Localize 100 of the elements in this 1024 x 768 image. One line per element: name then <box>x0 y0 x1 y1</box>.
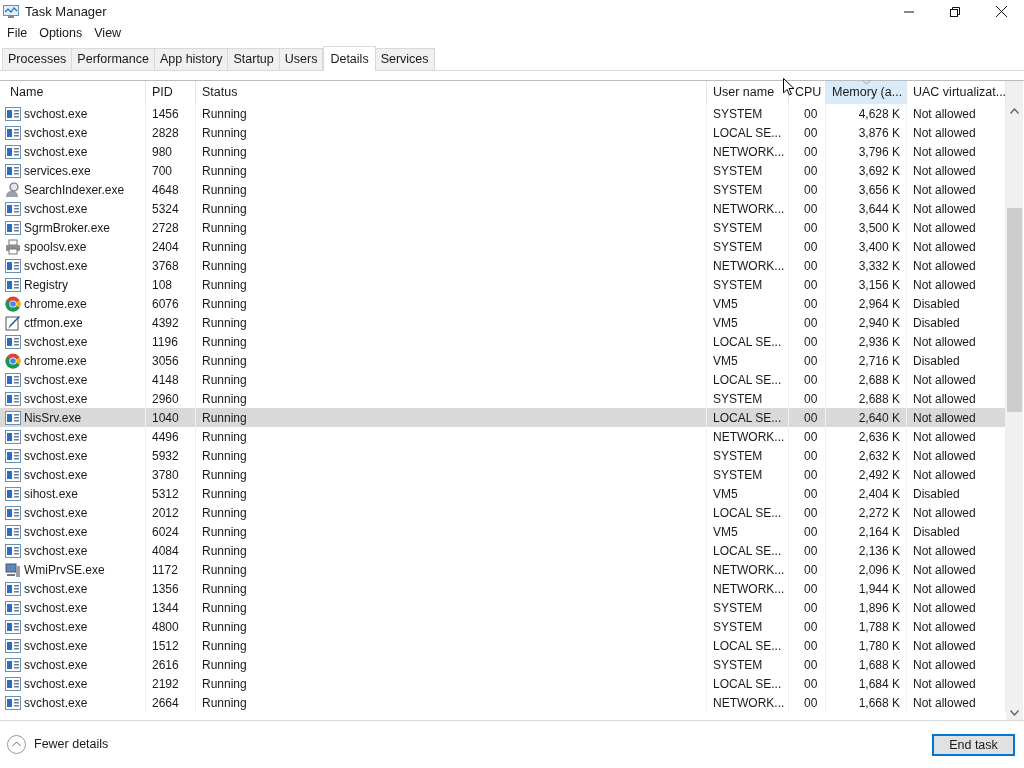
memory-cell-text: 2,136 K <box>858 542 900 560</box>
cpu-cell-text: 00 <box>804 333 818 351</box>
pid-cell-text: 3056 <box>152 352 179 370</box>
window-icon <box>5 581 21 596</box>
fewer-details-button[interactable]: Fewer details <box>7 735 109 754</box>
process-row[interactable]: services.exe 700 Running SYSTEM 00 3,692 K Not allowed <box>0 161 1006 180</box>
scrollbar[interactable] <box>1006 81 1023 720</box>
process-row[interactable]: svchost.exe 4084 Running LOCAL SE... 00 2,136 K Not allowed <box>0 541 1006 560</box>
process-row[interactable]: chrome.exe 3056 Running VM5 00 2,716 K Disabled <box>0 351 1006 370</box>
process-row[interactable]: svchost.exe 6024 Running VM5 00 2,164 K Disabled <box>0 522 1006 541</box>
cpu-cell-text: 00 <box>804 200 818 218</box>
status-cell-text: Running <box>202 371 247 389</box>
cpu-cell-text: 00 <box>804 314 818 332</box>
process-row[interactable]: svchost.exe 4800 Running SYSTEM 00 1,788 K Not allowed <box>0 617 1006 636</box>
cpu-cell-text: 00 <box>804 694 818 712</box>
tab[interactable]: Startup <box>228 48 280 70</box>
status-cell-text: Running <box>202 143 247 161</box>
status-cell-text: Running <box>202 466 247 484</box>
process-row[interactable]: svchost.exe 5932 Running SYSTEM 00 2,632 K Not allowed <box>0 446 1006 465</box>
process-row[interactable]: sihost.exe 5312 Running VM5 00 2,404 K Disabled <box>0 484 1006 503</box>
status-cell-text: Running <box>202 637 247 655</box>
memory-cell-text: 2,164 K <box>858 523 900 541</box>
status-cell-text: Running <box>202 124 247 142</box>
menu-item[interactable]: File <box>2 23 33 43</box>
process-row[interactable]: WmiPrvSE.exe 1172 Running NETWORK... 00 2,096 K Not allowed <box>0 560 1006 579</box>
process-row[interactable]: svchost.exe 2012 Running LOCAL SE... 00 2,272 K Not allowed <box>0 503 1006 522</box>
uac-cell-text: Not allowed <box>913 618 976 636</box>
pid-cell-text: 3768 <box>152 257 179 275</box>
uac-cell-text: Not allowed <box>913 162 976 180</box>
status-cell-text: Running <box>202 295 247 313</box>
process-row[interactable]: SearchIndexer.exe 4648 Running SYSTEM 00 3,656 K Not allowed <box>0 180 1006 199</box>
pid-cell-text: 1356 <box>152 580 179 598</box>
memory-cell-text: 1,788 K <box>858 618 900 636</box>
user-name-cell-text: NETWORK... <box>713 257 785 275</box>
scroll-thumb[interactable] <box>1007 208 1022 412</box>
pid-cell-text: 1344 <box>152 599 179 617</box>
pid-cell-text: 4084 <box>152 542 179 560</box>
menu-item[interactable]: Options <box>34 23 88 43</box>
menu-item[interactable]: View <box>89 23 127 43</box>
process-name: svchost.exe <box>24 580 88 598</box>
end-task-button[interactable]: End task <box>932 733 1015 756</box>
column-header[interactable]: PID <box>146 81 196 104</box>
process-row[interactable]: svchost.exe 1196 Running LOCAL SE... 00 2,936 K Not allowed <box>0 332 1006 351</box>
user-name-cell-text: LOCAL SE... <box>713 637 782 655</box>
memory-cell-text: 2,964 K <box>858 295 900 313</box>
process-row[interactable]: chrome.exe 6076 Running VM5 00 2,964 K Disabled <box>0 294 1006 313</box>
column-header[interactable]: Status <box>196 81 707 104</box>
column-header[interactable]: Name <box>0 81 146 104</box>
window-icon <box>5 695 21 710</box>
pid-cell-text: 1172 <box>152 561 178 579</box>
tab[interactable]: Performance <box>72 48 155 70</box>
process-row[interactable]: svchost.exe 2664 Running NETWORK... 00 1,668 K Not allowed <box>0 693 1006 712</box>
process-row[interactable]: svchost.exe 5324 Running NETWORK... 00 3,644 K Not allowed <box>0 199 1006 218</box>
uac-cell-text: Disabled <box>913 523 960 541</box>
pid-cell-text: 2012 <box>152 504 179 522</box>
process-row[interactable]: svchost.exe 980 Running NETWORK... 00 3,796 K Not allowed <box>0 142 1006 161</box>
memory-cell-text: 2,940 K <box>858 314 900 332</box>
scroll-down-icon[interactable] <box>1010 710 1019 716</box>
pid-cell-text: 4648 <box>152 181 179 199</box>
uac-cell-text: Not allowed <box>913 105 976 123</box>
process-row[interactable]: svchost.exe 1344 Running SYSTEM 00 1,896 K Not allowed <box>0 598 1006 617</box>
status-cell-text: Running <box>202 580 247 598</box>
process-row[interactable]: svchost.exe 3768 Running NETWORK... 00 3,332 K Not allowed <box>0 256 1006 275</box>
process-row[interactable]: svchost.exe 2192 Running LOCAL SE... 00 1,684 K Not allowed <box>0 674 1006 693</box>
tab[interactable]: Users <box>279 48 324 70</box>
tab[interactable]: Details <box>323 46 376 71</box>
process-row[interactable]: svchost.exe 4496 Running NETWORK... 00 2,636 K Not allowed <box>0 427 1006 446</box>
process-row[interactable]: spoolsv.exe 2404 Running SYSTEM 00 3,400 K Not allowed <box>0 237 1006 256</box>
process-row[interactable]: svchost.exe 1356 Running NETWORK... 00 1,944 K Not allowed <box>0 579 1006 598</box>
uac-cell-text: Not allowed <box>913 504 976 522</box>
process-row[interactable]: SgrmBroker.exe 2728 Running SYSTEM 00 3,500 K Not allowed <box>0 218 1006 237</box>
pid-cell-text: 108 <box>152 276 173 294</box>
process-row[interactable]: ctfmon.exe 4392 Running VM5 00 2,940 K Disabled <box>0 313 1006 332</box>
pid-cell-text: 6076 <box>152 295 179 313</box>
process-name: WmiPrvSE.exe <box>24 561 105 579</box>
user-name-cell-text: SYSTEM <box>713 656 763 674</box>
tab[interactable]: Processes <box>2 48 73 70</box>
uac-cell-text: Disabled <box>913 295 960 313</box>
process-row[interactable]: svchost.exe 3780 Running SYSTEM 00 2,492 K Not allowed <box>0 465 1006 484</box>
process-row[interactable]: svchost.exe 1512 Running LOCAL SE... 00 1,780 K Not allowed <box>0 636 1006 655</box>
process-row[interactable]: Registry 108 Running SYSTEM 00 3,156 K Not allowed <box>0 275 1006 294</box>
scroll-up-icon[interactable] <box>1010 108 1019 114</box>
window-icon <box>5 467 21 482</box>
status-cell-text: Running <box>202 504 247 522</box>
user-name-cell-text: LOCAL SE... <box>713 409 782 427</box>
process-name: chrome.exe <box>24 352 87 370</box>
process-row[interactable]: svchost.exe 1456 Running SYSTEM 00 4,628 K Not allowed <box>0 104 1006 123</box>
process-row[interactable]: svchost.exe 2616 Running SYSTEM 00 1,688 K Not allowed <box>0 655 1006 674</box>
status-cell-text: Running <box>202 105 247 123</box>
process-name: NisSrv.exe <box>24 409 82 427</box>
memory-cell-text: 3,644 K <box>858 200 900 218</box>
status-cell-text: Running <box>202 390 247 408</box>
process-row[interactable]: NisSrv.exe 1040 Running LOCAL SE... 00 2,640 K Not allowed <box>0 408 1006 427</box>
column-header[interactable]: Memory (a... <box>826 81 907 104</box>
process-row[interactable]: svchost.exe 2828 Running LOCAL SE... 00 3,876 K Not allowed <box>0 123 1006 142</box>
memory-cell-text: 3,876 K <box>858 124 900 142</box>
window-icon <box>5 144 21 159</box>
tab[interactable]: App history <box>154 48 229 70</box>
process-row[interactable]: svchost.exe 4148 Running LOCAL SE... 00 2,688 K Not allowed <box>0 370 1006 389</box>
tab[interactable]: Services <box>375 48 435 70</box>
